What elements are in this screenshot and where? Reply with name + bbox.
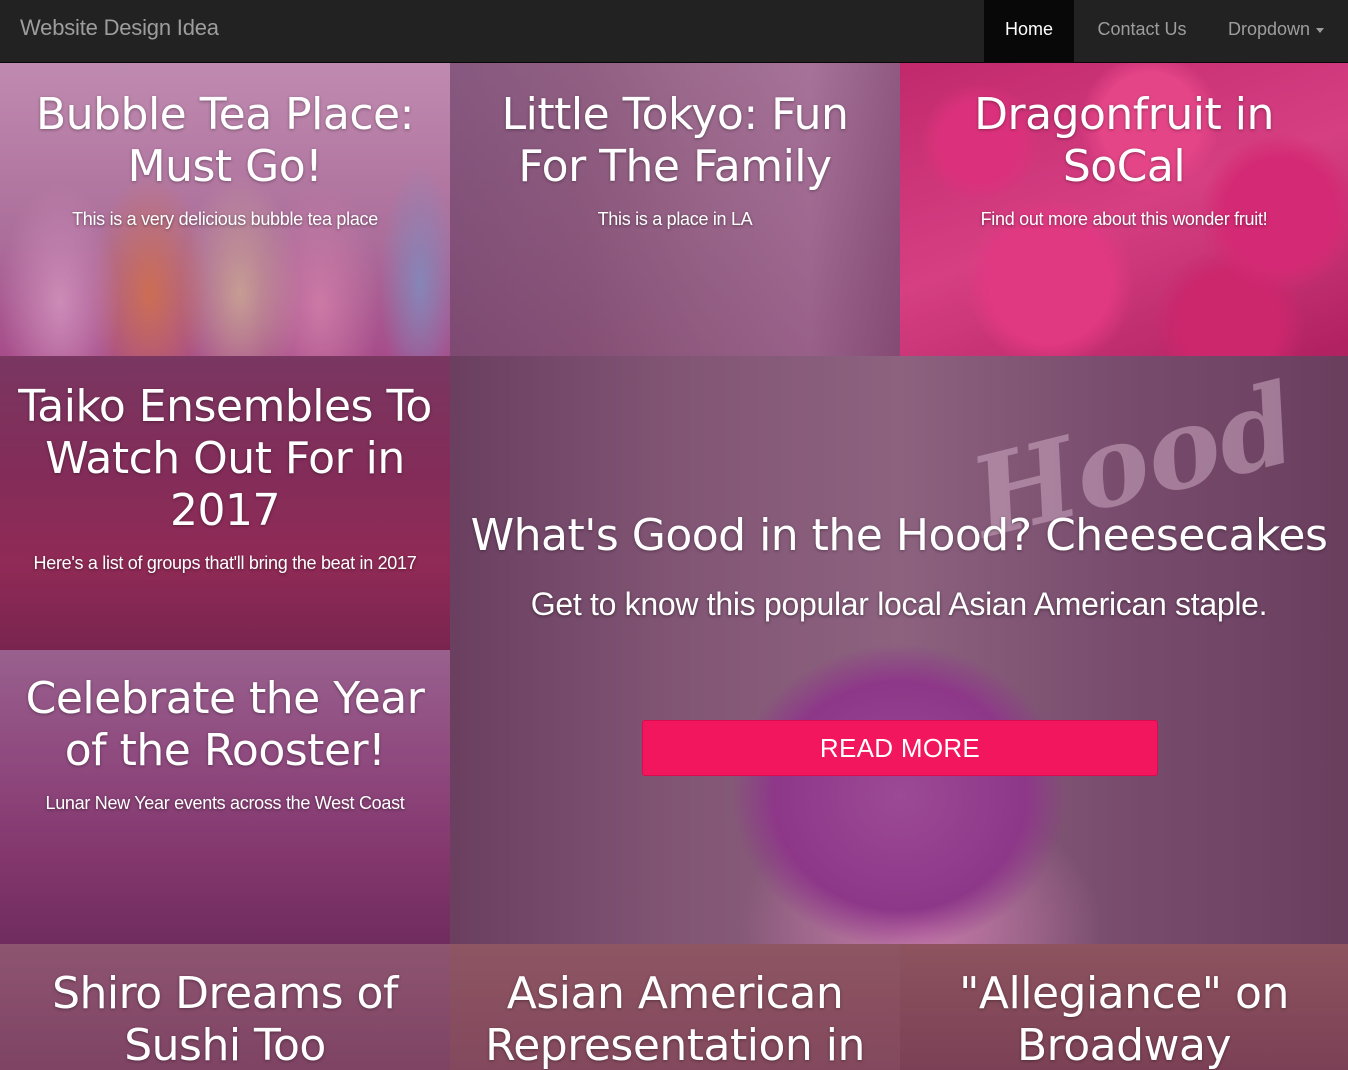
tile-content: Celebrate the Year of the Rooster! Lunar… [0,673,450,816]
tile-title: "Allegiance" on Broadway [959,968,1289,1070]
tile-subtitle: Here's a list of groups that'll bring th… [33,553,417,573]
nav-item-dropdown[interactable]: Dropdown [1210,0,1348,62]
article-tile-little-tokyo[interactable]: Little Tokyo: Fun For The Family This is… [450,63,900,356]
article-tile-allegiance[interactable]: "Allegiance" on Broadway [900,944,1348,1070]
brand-link[interactable]: Website Design Idea [20,0,219,56]
tile-content: Asian American Representation in [450,968,900,1070]
tile-subtitle: Lunar New Year events across the West Co… [45,793,405,813]
tile-title: Asian American Representation in [485,968,865,1070]
tile-title: Little Tokyo: Fun For The Family [501,89,849,192]
nav-item-home[interactable]: Home [984,0,1074,62]
tile-content: Shiro Dreams of Sushi Too [0,968,450,1070]
article-tile-representation[interactable]: Asian American Representation in [450,944,900,1070]
nav-dropdown-label: Dropdown [1228,19,1311,39]
tile-content: Taiko Ensembles To Watch Out For in 2017… [0,381,450,576]
nav-menu: Home Contact Us Dropdown [984,0,1348,62]
featured-article-tile: Hood What's Good in the Hood? Cheesecake… [450,356,1348,944]
tile-subtitle: This is a very delicious bubble tea plac… [72,209,378,229]
article-tile-rooster[interactable]: Celebrate the Year of the Rooster! Lunar… [0,650,450,944]
tile-content: Bubble Tea Place: Must Go! This is a ver… [0,89,450,232]
nav-item-contact-us[interactable]: Contact Us [1074,0,1210,62]
tile-content: Little Tokyo: Fun For The Family This is… [450,89,900,232]
tile-title: Shiro Dreams of Sushi Too [52,968,398,1070]
featured-content: What's Good in the Hood? Cheesecakes Get… [450,510,1348,624]
tile-title: Taiko Ensembles To Watch Out For in 2017 [18,381,432,536]
featured-subtitle: Get to know this popular local Asian Ame… [530,586,1268,622]
tile-content: Dragonfruit in SoCal Find out more about… [900,89,1348,232]
tile-content: "Allegiance" on Broadway [900,968,1348,1070]
article-tile-dragonfruit[interactable]: Dragonfruit in SoCal Find out more about… [900,63,1348,356]
caret-down-icon [1316,27,1325,33]
article-tile-bubble-tea[interactable]: Bubble Tea Place: Must Go! This is a ver… [0,63,450,356]
article-tile-shiro[interactable]: Shiro Dreams of Sushi Too [0,944,450,1070]
tile-title: Dragonfruit in SoCal [974,89,1274,192]
tile-subtitle: This is a place in LA [597,209,753,229]
top-navbar: Website Design Idea Home Contact Us Drop… [0,0,1348,63]
tile-title: Celebrate the Year of the Rooster! [25,673,425,776]
featured-title: What's Good in the Hood? Cheesecakes [470,510,1328,561]
tile-title: Bubble Tea Place: Must Go! [36,89,414,192]
read-more-button[interactable]: READ MORE [642,720,1158,776]
tile-overlay [450,356,1348,944]
article-tile-taiko[interactable]: Taiko Ensembles To Watch Out For in 2017… [0,356,450,650]
tile-subtitle: Find out more about this wonder fruit! [980,209,1268,229]
